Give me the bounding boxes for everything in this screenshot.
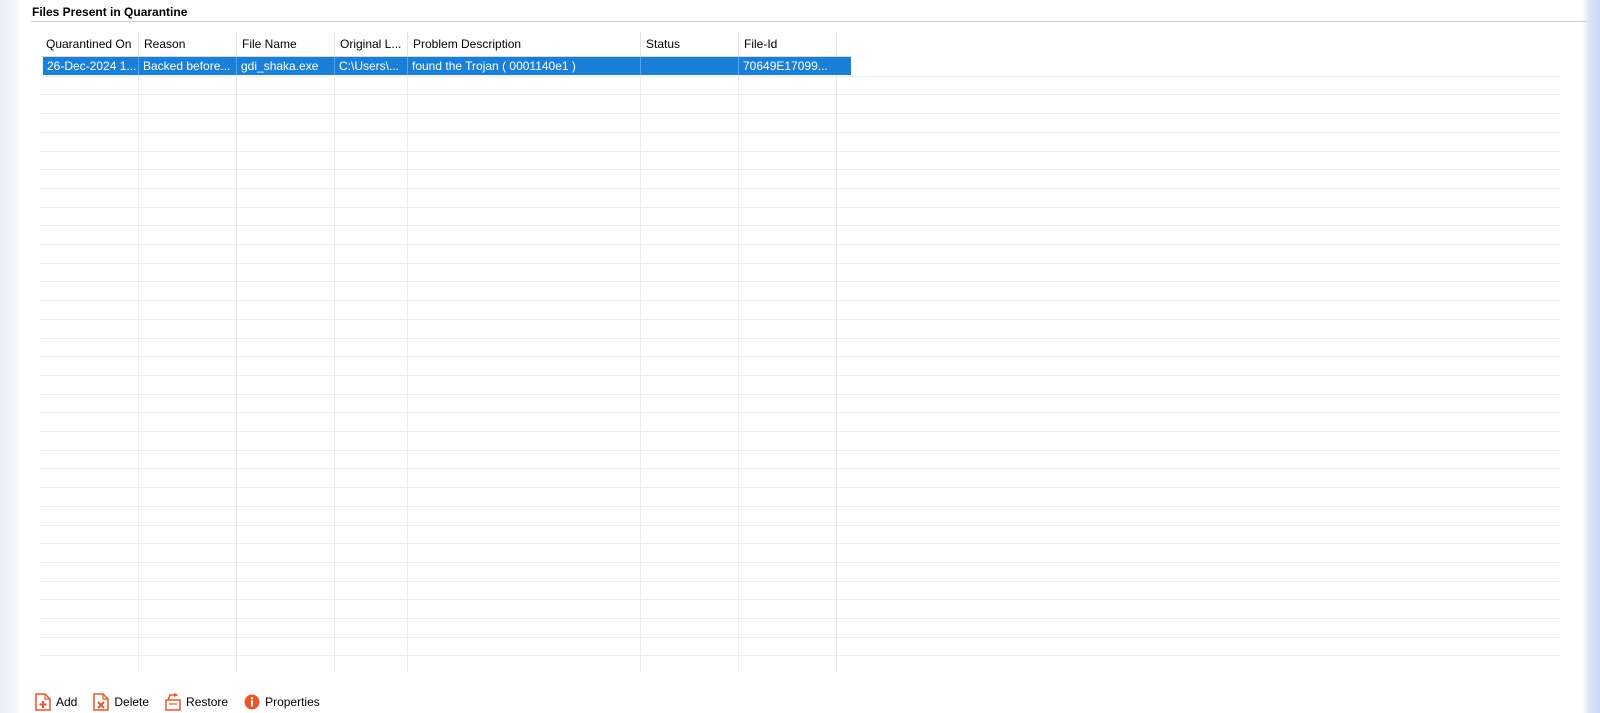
delete-button[interactable]: Delete xyxy=(93,693,149,711)
column-header-file-name[interactable]: File Name xyxy=(237,32,335,56)
info-icon xyxy=(244,694,260,710)
row-divider xyxy=(41,562,1559,563)
column-header-problem-description[interactable]: Problem Description xyxy=(408,32,641,56)
row-divider xyxy=(41,113,1559,114)
restore-button[interactable]: Restore xyxy=(165,693,228,711)
row-divider xyxy=(41,151,1559,152)
row-divider xyxy=(41,94,1559,95)
row-divider xyxy=(41,450,1559,451)
column-header-quarantined-on[interactable]: Quarantined On xyxy=(41,32,139,56)
add-label: Add xyxy=(56,695,78,709)
row-divider xyxy=(41,543,1559,544)
cell-reason: Backed before... xyxy=(139,57,237,75)
row-divider xyxy=(41,225,1559,226)
row-divider xyxy=(41,132,1559,133)
cell-original-location: C:\Users\... xyxy=(335,57,408,75)
row-divider xyxy=(41,338,1559,339)
row-divider xyxy=(41,412,1559,413)
table-header: Quarantined On Reason File Name Original… xyxy=(41,32,1579,56)
column-divider xyxy=(138,57,139,672)
cell-problem-description: found the Trojan ( 0001140e1 ) xyxy=(408,57,641,75)
column-divider xyxy=(236,57,237,672)
column-header-reason[interactable]: Reason xyxy=(139,32,237,56)
restore-icon xyxy=(165,693,181,711)
title-divider xyxy=(31,21,1587,22)
cell-file-id: 70649E17099... xyxy=(743,59,828,73)
row-divider xyxy=(41,300,1559,301)
row-divider xyxy=(41,618,1559,619)
window-edge xyxy=(1582,0,1600,713)
row-divider xyxy=(41,637,1559,638)
add-button[interactable]: Add xyxy=(35,693,77,711)
row-divider xyxy=(41,356,1559,357)
row-divider xyxy=(41,599,1559,600)
row-divider xyxy=(41,207,1559,208)
row-divider xyxy=(41,319,1559,320)
column-header-file-id[interactable]: File-Id xyxy=(739,32,837,56)
properties-button[interactable]: Properties xyxy=(244,694,320,710)
row-divider xyxy=(41,431,1559,432)
column-header-original-location[interactable]: Original L... xyxy=(335,32,408,56)
cell-file-name: gdi_shaka.exe xyxy=(237,57,335,75)
restore-label: Restore xyxy=(186,695,229,709)
quarantine-panel: Files Present in Quarantine Quarantined … xyxy=(19,0,1587,713)
row-divider xyxy=(41,581,1559,582)
cell-quarantined-on: 26-Dec-2024 1... xyxy=(43,57,139,75)
table-body: 26-Dec-2024 1... Backed before... gdi_sh… xyxy=(41,57,1579,672)
row-divider xyxy=(41,394,1559,395)
row-divider xyxy=(41,281,1559,282)
cell-status xyxy=(641,57,739,75)
column-header-status[interactable]: Status xyxy=(641,32,739,56)
properties-label: Properties xyxy=(265,695,320,709)
table-row[interactable]: 26-Dec-2024 1... Backed before... gdi_sh… xyxy=(43,57,851,75)
column-divider xyxy=(738,57,739,672)
row-divider xyxy=(41,525,1559,526)
row-divider xyxy=(41,506,1559,507)
section-title: Files Present in Quarantine xyxy=(32,5,188,19)
row-divider xyxy=(41,188,1559,189)
row-divider xyxy=(41,655,1559,656)
row-divider xyxy=(41,169,1559,170)
quarantine-table[interactable]: Quarantined On Reason File Name Original… xyxy=(41,32,1579,672)
row-divider xyxy=(41,487,1559,488)
delete-file-icon xyxy=(93,693,110,711)
row-divider xyxy=(41,76,1559,77)
row-divider xyxy=(41,375,1559,376)
row-divider xyxy=(41,263,1559,264)
column-divider xyxy=(836,57,837,672)
column-divider xyxy=(334,57,335,672)
add-file-icon xyxy=(35,693,51,711)
row-divider xyxy=(41,468,1559,469)
delete-label: Delete xyxy=(114,695,150,709)
action-toolbar: Add Delete Restore Properties xyxy=(35,692,336,712)
column-divider xyxy=(407,57,408,672)
row-divider xyxy=(41,244,1559,245)
column-divider xyxy=(640,57,641,672)
